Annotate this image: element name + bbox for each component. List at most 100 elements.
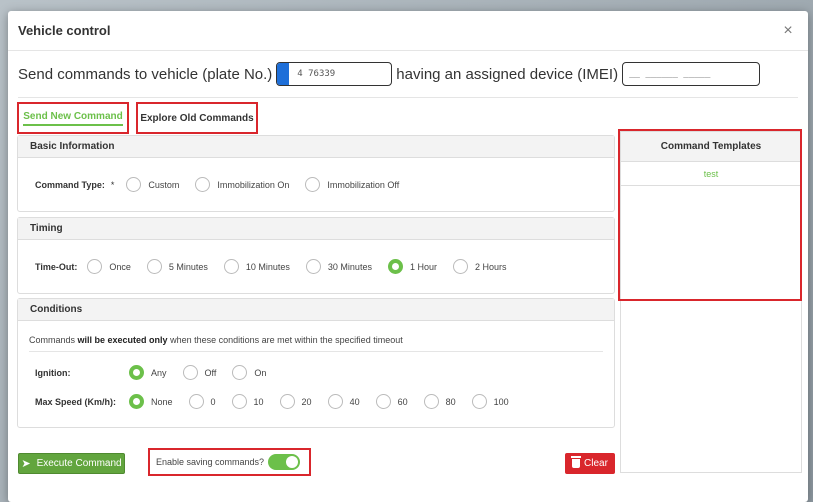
paper-plane-icon: ➤ [21,458,31,470]
panel-heading: Basic Information [18,136,614,158]
radio-icon [232,365,248,380]
conditions-panel: Conditions Commands will be executed onl… [17,298,615,428]
option-label: 1 Hour [409,261,437,272]
max-speed-label: Max Speed (Km/h): [35,396,117,407]
option-label: 5 Minutes [168,261,208,272]
ignition-any[interactable]: Any [129,365,167,380]
radio-icon [375,394,391,409]
timeout-1-hour[interactable]: 1 Hour [387,259,437,274]
trash-icon [571,456,582,468]
option-label: 10 Minutes [245,261,290,272]
radio-selected-icon [129,394,144,409]
radio-icon [423,394,439,409]
conditions-note: Commands will be executed only when thes… [29,335,403,345]
command-type-immobilization-on[interactable]: Immobilization On [195,177,289,192]
radio-selected-icon [387,259,403,274]
enable-saving-commands: Enable saving commands? [148,448,311,476]
template-item-test[interactable]: test [621,162,801,186]
max-speed-10[interactable]: 10 [231,394,264,409]
option-label: 60 [397,396,408,407]
plate-number-value: 4 76339 [297,69,336,79]
ignition-on[interactable]: On [232,365,266,380]
close-icon[interactable]: × [780,22,796,40]
radio-icon [327,394,343,409]
tab-label: Explore Old Commands [140,112,254,124]
note-prefix: Commands [29,335,76,345]
execute-label: Execute Command [36,458,122,469]
max-speed-row: Max Speed (Km/h): None 0 10 20 40 60 80 … [35,394,525,409]
timeout-once[interactable]: Once [87,259,131,274]
max-speed-80[interactable]: 80 [423,394,456,409]
save-label: Enable saving commands? [156,457,265,467]
option-label: 10 [253,396,264,407]
option-label: 80 [445,396,456,407]
basic-information-panel: Basic Information Command Type: * Custom… [17,135,615,212]
plate-number-field: 4 76339 [276,62,393,86]
radio-icon [195,177,211,192]
option-label: Custom [148,179,180,190]
execute-command-button[interactable]: ➤ Execute Command [18,453,125,474]
command-type-immobilization-off[interactable]: Immobilization Off [305,177,399,192]
command-type-label: Command Type: [35,179,105,190]
option-label: None [151,396,173,407]
max-speed-0[interactable]: 0 [188,394,216,409]
subtitle-prefix: Send commands to vehicle (plate No.) [18,65,273,83]
imei-value: __ ______ _____ [629,69,711,79]
modal-title: Vehicle control [18,23,111,38]
radio-icon [126,177,142,192]
timeout-30-minutes[interactable]: 30 Minutes [305,259,372,274]
command-templates-heading: Command Templates [621,132,801,162]
radio-icon [279,394,295,409]
radio-icon [305,177,321,192]
option-label: 30 Minutes [327,261,372,272]
radio-icon [471,394,487,409]
clear-button[interactable]: Clear [565,453,615,474]
clear-label: Clear [584,458,608,469]
ignition-off[interactable]: Off [182,365,217,380]
option-label: Immobilization On [217,179,290,190]
panel-heading: Conditions [18,299,614,321]
option-label: 20 [301,396,312,407]
option-label: On [254,367,267,378]
required-mark: * [110,179,115,190]
radio-icon [223,259,239,274]
option-label: 40 [349,396,360,407]
ignition-label: Ignition: [35,367,71,378]
note-suffix: when these conditions are met within the… [170,335,403,345]
option-label: Immobilization Off [327,179,400,190]
option-label: 0 [210,396,216,407]
modal-header: Vehicle control × [8,11,808,51]
max-speed-none[interactable]: None [129,394,173,409]
timeout-row: Time-Out: Once 5 Minutes 10 Minutes 30 M… [35,259,522,274]
option-label: 2 Hours [474,261,507,272]
max-speed-100[interactable]: 100 [471,394,509,409]
note-bold: will be executed only [77,335,168,345]
radio-icon [452,259,468,274]
plate-flag-icon [277,63,290,85]
timeout-label: Time-Out: [35,261,78,272]
command-type-row: Command Type: * Custom Immobilization On… [35,177,415,192]
radio-icon [146,259,162,274]
tab-explore-old-commands[interactable]: Explore Old Commands [136,102,258,134]
timeout-5-minutes[interactable]: 5 Minutes [146,259,208,274]
max-speed-60[interactable]: 60 [375,394,408,409]
command-type-custom[interactable]: Custom [126,177,179,192]
max-speed-20[interactable]: 20 [279,394,312,409]
ignition-row: Ignition: Any Off On [35,365,282,380]
save-commands-toggle[interactable] [268,454,300,470]
imei-field: __ ______ _____ [622,62,761,86]
command-templates-panel: Command Templates test [620,131,802,473]
radio-icon [182,365,198,380]
option-label: 100 [493,396,509,407]
timeout-10-minutes[interactable]: 10 Minutes [223,259,290,274]
panel-heading: Timing [18,218,614,240]
tab-label: Send New Command [23,111,123,126]
radio-icon [87,259,103,274]
radio-icon [305,259,321,274]
timeout-2-hours[interactable]: 2 Hours [452,259,507,274]
option-label: Off [204,367,217,378]
divider [18,97,798,98]
option-label: Once [109,261,131,272]
tab-send-new-command[interactable]: Send New Command [17,102,129,134]
max-speed-40[interactable]: 40 [327,394,360,409]
